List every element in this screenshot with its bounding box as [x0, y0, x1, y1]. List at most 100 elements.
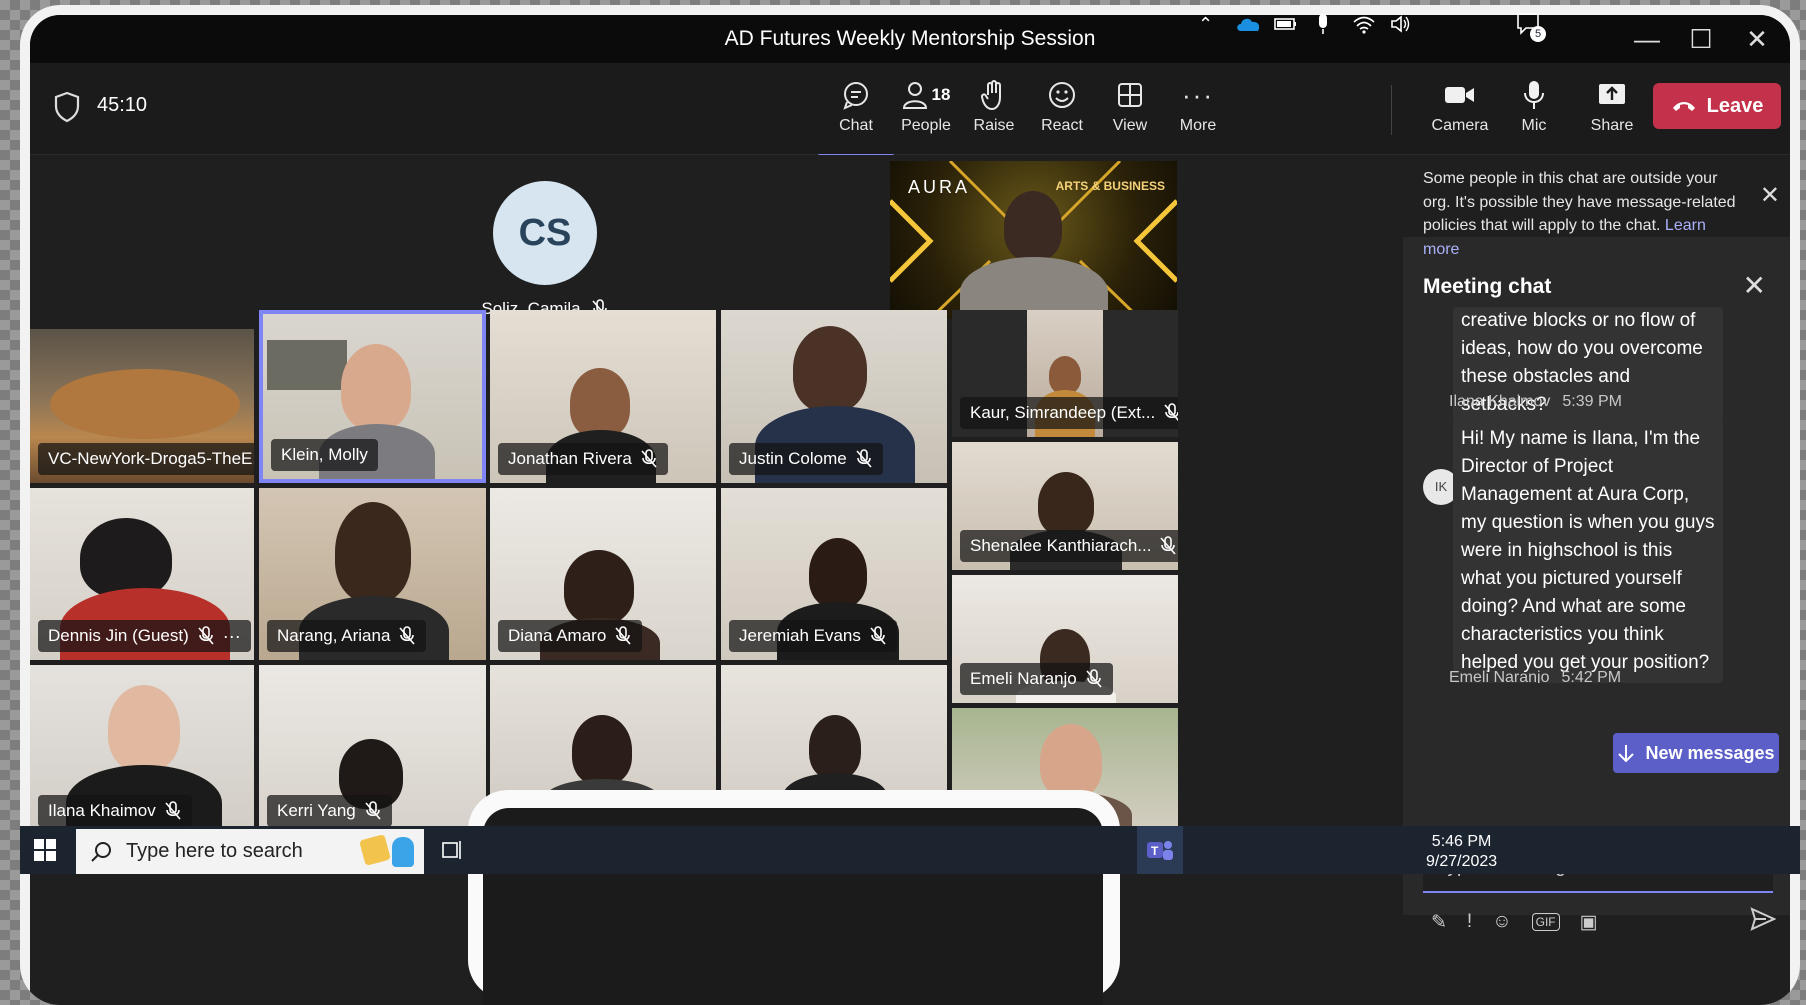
windows-start-button[interactable]: [34, 826, 56, 874]
send-icon[interactable]: [1750, 907, 1776, 931]
participant-tile[interactable]: Narang, Ariana: [259, 488, 486, 660]
mic-off-icon: [165, 801, 181, 820]
raise-hand-button[interactable]: Raise: [956, 75, 1032, 147]
toolbar-separator: [1391, 85, 1392, 135]
people-button[interactable]: 18 People: [888, 75, 964, 147]
avatar: CS: [493, 181, 597, 285]
featured-participant[interactable]: CS Soliz, Camila: [450, 181, 640, 319]
chat-message: Hi! My name is Ilana, I'm the Director o…: [1453, 421, 1723, 683]
emoji-icon[interactable]: ☺: [1492, 911, 1511, 933]
mic-off-icon: [641, 449, 657, 468]
person-head: [793, 326, 867, 412]
mic-off-icon: [1086, 669, 1102, 688]
person-head: [572, 715, 632, 785]
participant-tile[interactable]: Justin Colome: [721, 310, 947, 483]
chevron-up-icon[interactable]: ⌃: [1198, 0, 1213, 48]
react-label: React: [1041, 117, 1083, 134]
participant-name: Emeli Naranjo: [970, 669, 1077, 688]
notifications-icon[interactable]: 5: [1516, 0, 1546, 48]
task-view-icon[interactable]: [442, 826, 464, 874]
important-icon[interactable]: !: [1467, 911, 1472, 933]
participant-name: Klein, Molly: [281, 445, 368, 464]
shield-icon[interactable]: [54, 91, 80, 123]
smiley-icon: [1024, 75, 1100, 115]
wifi-icon[interactable]: [1352, 0, 1376, 48]
chat-title: Meeting chat: [1423, 275, 1552, 298]
mic-off-icon: [1164, 403, 1178, 421]
microphone-tray-icon[interactable]: [1316, 0, 1330, 48]
minimize-button[interactable]: —: [1620, 21, 1674, 57]
message-time: 5:42 PM: [1561, 669, 1622, 683]
person-head: [341, 344, 411, 430]
volume-icon[interactable]: [1390, 0, 1412, 48]
participant-tile[interactable]: Kaur, Simrandeep (Ext...: [952, 310, 1178, 437]
mic-icon: [1496, 75, 1572, 115]
participant-tile[interactable]: Shenalee Kanthiarach...: [952, 442, 1178, 570]
mic-off-icon: [1160, 536, 1177, 555]
message-author: Ilana Khaimov: [1449, 393, 1551, 410]
windows-logo-icon: [34, 839, 56, 861]
view-button[interactable]: View: [1092, 75, 1168, 147]
sticker-icon[interactable]: ▣: [1580, 911, 1598, 934]
person-head: [1040, 724, 1102, 798]
participant-tile[interactable]: Dennis Jin (Guest) ···: [30, 488, 254, 660]
more-icon: ···: [1182, 79, 1214, 110]
participant-tile[interactable]: VC-NewYork-Droga5-TheE...: [30, 329, 254, 483]
search-highlight-icon: [359, 833, 414, 867]
participant-tile[interactable]: Kerri Yang: [259, 665, 486, 835]
message-author: Emeli Naranjo: [1449, 669, 1550, 683]
presenter-video[interactable]: AURA ARTS & BUSINESS: [890, 161, 1177, 319]
conference-table: [50, 369, 240, 439]
chat-icon: [818, 75, 894, 115]
leave-button[interactable]: Leave: [1653, 83, 1781, 129]
people-count: 18: [931, 85, 951, 104]
people-icon: [902, 82, 927, 109]
camera-button[interactable]: Camera: [1422, 75, 1498, 147]
gif-icon[interactable]: GIF: [1531, 913, 1560, 931]
participant-tile[interactable]: Ilana Khaimov: [30, 665, 254, 835]
more-button[interactable]: ··· More: [1160, 75, 1236, 147]
participant-tile[interactable]: Jeremiah Evans: [721, 488, 947, 660]
search-icon: [91, 841, 111, 862]
close-chat-button[interactable]: ✕: [1743, 269, 1766, 302]
maximize-button[interactable]: ☐: [1674, 21, 1728, 57]
tile-more-icon[interactable]: ···: [223, 620, 241, 652]
brand-logo: AURA: [908, 177, 971, 197]
participant-name: Justin Colome: [739, 449, 847, 468]
close-window-button[interactable]: ✕: [1730, 21, 1784, 57]
share-icon: [1574, 75, 1650, 115]
message-meta: Emeli Naranjo 5:42 PM: [1449, 669, 1621, 683]
mic-button[interactable]: Mic: [1496, 75, 1572, 147]
close-notice-button[interactable]: ✕: [1760, 181, 1780, 210]
participant-tile-active-speaker[interactable]: Klein, Molly: [259, 310, 486, 483]
format-icon[interactable]: ✎: [1431, 911, 1447, 934]
participant-tile[interactable]: Jonathan Rivera: [490, 310, 716, 483]
message-meta: Ilana Khaimov 5:39 PM: [1449, 393, 1622, 411]
react-button[interactable]: React: [1024, 75, 1100, 147]
person-head: [564, 550, 634, 624]
new-messages-button[interactable]: New messages: [1613, 733, 1779, 773]
participant-tile[interactable]: Emeli Naranjo: [952, 575, 1178, 703]
svg-text:T: T: [1151, 844, 1159, 858]
brand-tag: ARTS & BUSINESS: [1055, 179, 1165, 193]
mic-off-icon: [198, 626, 214, 645]
mic-off-icon: [365, 801, 381, 820]
onedrive-icon[interactable]: [1236, 0, 1262, 48]
more-label: More: [1179, 117, 1217, 134]
person-head: [1038, 472, 1094, 536]
view-label: View: [1112, 117, 1148, 134]
chat-button[interactable]: Chat: [818, 75, 894, 157]
taskbar-clock[interactable]: 5:46 PM 9/27/2023: [1410, 832, 1497, 872]
taskbar-search[interactable]: Type here to search: [76, 829, 424, 874]
teams-taskbar-icon[interactable]: T: [1137, 826, 1183, 874]
clock-time: 5:46 PM: [1431, 833, 1492, 850]
compose-toolbar: ✎ ! ☺ GIF ▣: [1423, 905, 1773, 939]
share-button[interactable]: Share: [1574, 75, 1650, 147]
share-label: Share: [1590, 117, 1634, 134]
meeting-timer: 45:10: [97, 94, 148, 116]
clock-date: 9/27/2023: [1426, 853, 1498, 870]
participant-tile[interactable]: Diana Amaro: [490, 488, 716, 660]
battery-icon[interactable]: [1274, 0, 1298, 48]
participant-name: Diana Amaro: [508, 626, 607, 645]
participant-name: Dennis Jin (Guest): [48, 626, 189, 645]
